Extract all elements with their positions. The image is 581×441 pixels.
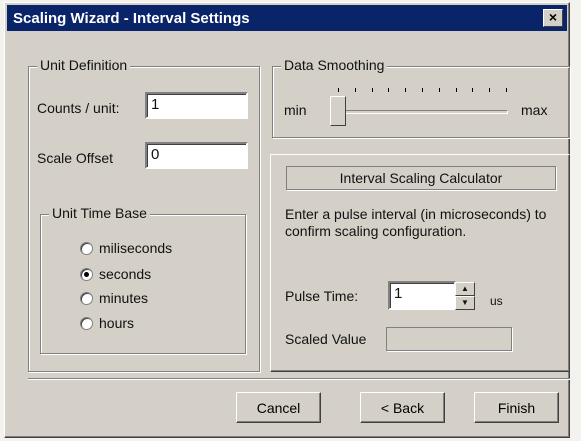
close-button[interactable]: ×	[543, 9, 563, 27]
back-button[interactable]: < Back	[360, 392, 445, 423]
slider-tick	[438, 88, 440, 92]
slider-max-label: max	[521, 102, 548, 118]
radio-hours[interactable]: hours	[80, 315, 134, 331]
slider-tick	[371, 88, 373, 92]
spin-down-icon[interactable]: ▼	[455, 296, 475, 310]
window-title: Scaling Wizard - Interval Settings	[13, 9, 250, 27]
scaled-value-label: Scaled Value	[285, 331, 367, 347]
radio-label: hours	[99, 315, 135, 331]
pulse-time-spinner[interactable]: ▲ ▼	[455, 282, 475, 310]
unit-time-base-group: Unit Time Base	[40, 205, 246, 354]
radio-circle-checked[interactable]	[80, 267, 93, 281]
slider-tick	[388, 88, 390, 92]
slider-tick	[422, 88, 423, 92]
slider-tick	[354, 88, 356, 92]
spin-up-icon[interactable]: ▲	[455, 282, 475, 296]
radio-milliseconds[interactable]: miliseconds	[80, 240, 172, 256]
radio-seconds[interactable]: seconds	[80, 266, 151, 282]
counts-per-unit-input[interactable]: 1	[145, 92, 248, 119]
calculator-header: Interval Scaling Calculator	[286, 166, 556, 190]
counts-per-unit-label: Counts / unit:	[37, 100, 120, 116]
slider-tick	[472, 88, 474, 92]
radio-label: minutes	[99, 290, 149, 306]
slider-tick	[405, 88, 407, 92]
finish-button[interactable]: Finish	[474, 392, 559, 423]
pulse-unit-label: us	[490, 294, 503, 308]
scale-offset-label: Scale Offset	[37, 150, 114, 166]
radio-circle[interactable]	[80, 291, 93, 305]
slider-min-label: min	[284, 102, 307, 118]
radio-minutes[interactable]: minutes	[80, 290, 148, 306]
smoothing-slider-track[interactable]	[330, 110, 508, 114]
radio-circle[interactable]	[80, 316, 93, 330]
scale-offset-input[interactable]: 0	[145, 142, 248, 169]
radio-circle[interactable]	[80, 241, 93, 255]
smoothing-slider-thumb[interactable]	[330, 96, 346, 126]
slider-tick	[506, 88, 507, 92]
footer-divider	[28, 378, 570, 380]
slider-tick	[489, 88, 491, 92]
cancel-button[interactable]: Cancel	[236, 392, 321, 423]
slider-tick	[455, 88, 457, 92]
radio-label: miliseconds	[99, 240, 173, 256]
data-smoothing-legend: Data Smoothing	[281, 57, 388, 73]
slider-tick	[338, 88, 339, 92]
unit-time-base-legend: Unit Time Base	[49, 205, 150, 221]
unit-definition-legend: Unit Definition	[37, 57, 131, 73]
pulse-time-label: Pulse Time:	[285, 288, 359, 304]
title-bar: Scaling Wizard - Interval Settings ×	[7, 5, 567, 31]
pulse-time-input[interactable]: 1	[388, 281, 456, 310]
scaled-value-display	[386, 327, 512, 351]
radio-label: seconds	[99, 266, 152, 282]
calculator-description: Enter a pulse interval (in microseconds)…	[285, 206, 547, 239]
